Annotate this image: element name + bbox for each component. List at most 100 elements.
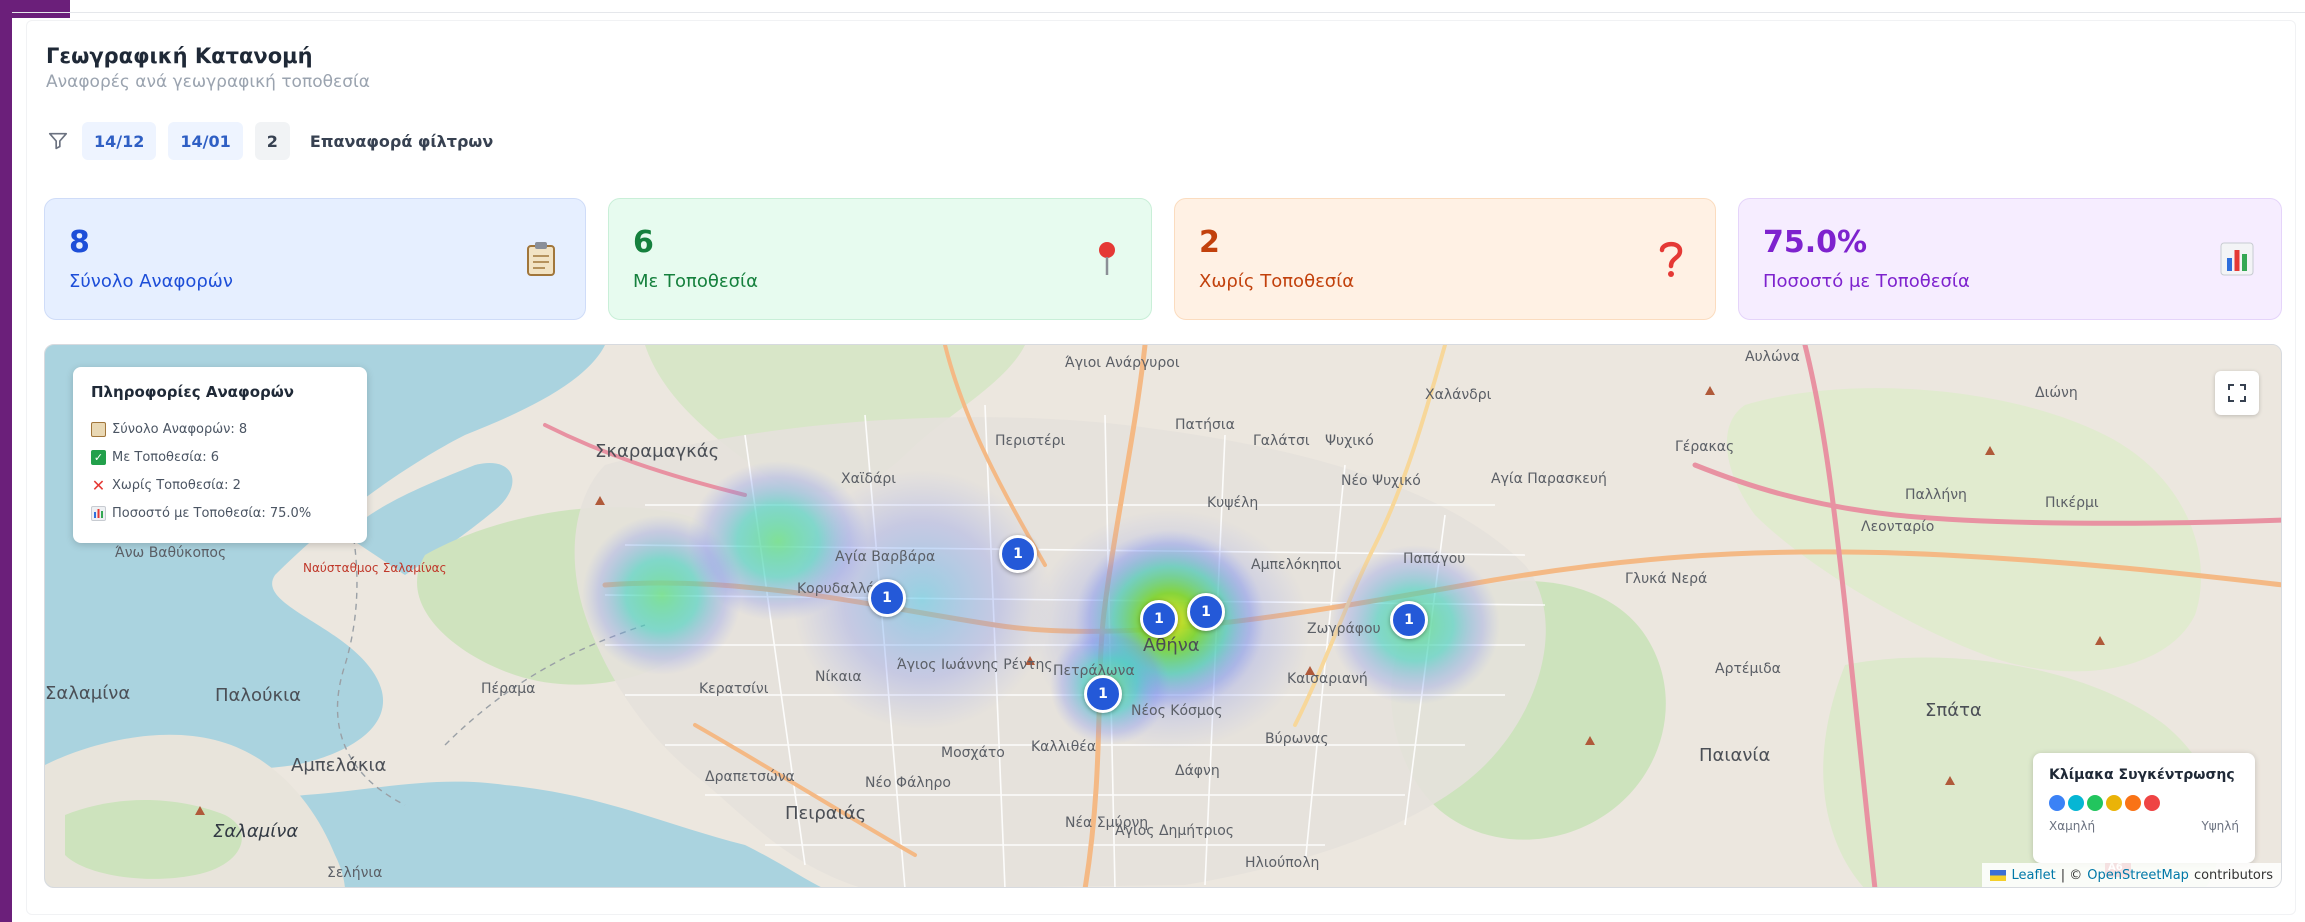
place-label: Δάφνη bbox=[1175, 763, 1220, 779]
check-icon: ✓ bbox=[91, 449, 106, 465]
report-info-box: Πληροφορίες Αναφορών Σύνολο Αναφορών: 8 … bbox=[73, 367, 367, 543]
place-label: Σαλαμίνα bbox=[45, 683, 131, 704]
place-label: Αθήνα bbox=[1143, 635, 1200, 656]
leaflet-link[interactable]: Leaflet bbox=[2011, 868, 2055, 883]
cluster-marker[interactable]: 1 bbox=[1084, 675, 1122, 713]
place-label: Αμπελόκηποι bbox=[1251, 557, 1342, 573]
date-to-chip[interactable]: 14/01 bbox=[168, 122, 243, 160]
legend-swatch bbox=[2068, 795, 2084, 811]
filter-icon[interactable] bbox=[46, 129, 70, 153]
page-subtitle: Αναφορές ανά γεωγραφική τοποθεσία bbox=[46, 72, 370, 92]
place-label: Ψυχικό bbox=[1325, 433, 1374, 449]
place-label: Αμπελάκια bbox=[291, 755, 387, 776]
bar-chart-icon bbox=[2217, 239, 2257, 279]
clipboard-icon bbox=[91, 421, 106, 437]
place-label: Ζωγράφου bbox=[1307, 621, 1381, 637]
stat-value: 6 bbox=[633, 225, 654, 260]
clipboard-icon bbox=[521, 239, 561, 279]
place-label: Άγιοι Ανάργυροι bbox=[1065, 355, 1180, 371]
attribution-separator: | © bbox=[2060, 867, 2083, 883]
stat-value: 2 bbox=[1199, 225, 1220, 260]
cluster-marker[interactable]: 1 bbox=[999, 535, 1037, 573]
place-label: Κερατσίνι bbox=[699, 681, 769, 697]
bar-chart-icon bbox=[91, 505, 106, 521]
info-line-text: Ποσοστό με Τοποθεσία: 75.0% bbox=[112, 505, 312, 521]
cluster-marker[interactable]: 1 bbox=[868, 579, 906, 617]
filter-bar: 14/12 14/01 2 Επαναφορά φίλτρων bbox=[46, 122, 493, 160]
place-label: Διώνη bbox=[2035, 385, 2078, 401]
cluster-marker[interactable]: 1 bbox=[1140, 600, 1178, 638]
place-label: Χαλάνδρι bbox=[1425, 387, 1492, 403]
info-line-with-location: ✓ Με Τοποθεσία: 6 bbox=[91, 443, 349, 471]
legend-swatches bbox=[2049, 795, 2239, 811]
place-label: Παιανία bbox=[1699, 745, 1771, 766]
ukraine-flag-icon bbox=[1990, 869, 2007, 881]
map-attribution: Leaflet | © OpenStreetMap contributors bbox=[1982, 863, 2281, 887]
place-label: Αγία Παρασκευή bbox=[1491, 471, 1607, 487]
heatmap-map[interactable]: Άγιοι Ανάργυροι Αυλώνα Χαλάνδρι Διώνη Σκ… bbox=[44, 344, 2282, 888]
info-box-title: Πληροφορίες Αναφορών bbox=[91, 383, 295, 401]
place-label: Δραπετσώνα bbox=[705, 769, 795, 785]
info-line-text: Με Τοποθεσία: 6 bbox=[112, 449, 220, 465]
cluster-marker[interactable]: 1 bbox=[1390, 601, 1428, 639]
stat-label: Σύνολο Αναφορών bbox=[69, 271, 233, 292]
place-label: Γαλάτσι bbox=[1253, 433, 1310, 449]
stat-card-percentage: 75.0% Ποσοστό με Τοποθεσία bbox=[1738, 198, 2282, 320]
cluster-marker[interactable]: 1 bbox=[1187, 593, 1225, 631]
fullscreen-icon bbox=[2228, 384, 2246, 402]
place-label: Γλυκά Νερά bbox=[1625, 571, 1708, 587]
place-label: Καλλιθέα bbox=[1031, 739, 1097, 755]
stat-value: 8 bbox=[69, 225, 90, 260]
place-label: Καισαριανή bbox=[1287, 671, 1368, 687]
place-label: Σκαραμαγκάς bbox=[595, 441, 720, 462]
stat-value: 75.0% bbox=[1763, 225, 1868, 260]
info-line-without-location: ✕ Χωρίς Τοποθεσία: 2 bbox=[91, 471, 349, 499]
place-label: Μοσχάτο bbox=[941, 745, 1005, 761]
window-edge-corner bbox=[0, 0, 70, 18]
reset-filters-button[interactable]: Επαναφορά φίλτρων bbox=[310, 132, 493, 151]
place-label: Παπάγου bbox=[1403, 551, 1466, 567]
stat-label: Ποσοστό με Τοποθεσία bbox=[1763, 271, 1970, 292]
window-edge bbox=[0, 0, 12, 922]
legend-scale: Χαμηλή Υψηλή bbox=[2049, 819, 2239, 833]
page-title: Γεωγραφική Κατανομή bbox=[46, 44, 313, 68]
stat-card-with-location: 6 Με Τοποθεσία bbox=[608, 198, 1152, 320]
concentration-legend: Κλίμακα Συγκέντρωσης Χαμηλή Υψηλή bbox=[2033, 753, 2255, 863]
fullscreen-button[interactable] bbox=[2215, 371, 2259, 415]
info-line-percentage: Ποσοστό με Τοποθεσία: 75.0% bbox=[91, 499, 349, 527]
place-label: Αυλώνα bbox=[1745, 349, 1800, 365]
place-label: Πικέρμι bbox=[2045, 495, 2099, 511]
top-divider bbox=[12, 12, 2305, 13]
pin-icon bbox=[1087, 239, 1127, 279]
place-label: Ηλιούπολη bbox=[1245, 855, 1320, 871]
place-label: Κυψέλη bbox=[1207, 495, 1259, 511]
place-label: Αγία Βαρβάρα bbox=[835, 549, 936, 565]
place-label: Βύρωνας bbox=[1265, 731, 1329, 747]
place-label: Περιστέρι bbox=[995, 433, 1066, 449]
place-label: Νίκαια bbox=[815, 669, 862, 685]
stat-card-without-location: 2 Χωρίς Τοποθεσία bbox=[1174, 198, 1716, 320]
place-label: Αρτέμιδα bbox=[1715, 661, 1781, 677]
place-label: Νέο Φάληρο bbox=[865, 775, 951, 791]
place-label-island: Σαλαμίνα bbox=[213, 821, 299, 842]
legend-swatch bbox=[2125, 795, 2141, 811]
legend-swatch bbox=[2087, 795, 2103, 811]
place-label: Νέος Κόσμος bbox=[1131, 703, 1223, 719]
place-label: Παλούκια bbox=[215, 685, 302, 706]
stat-card-total: 8 Σύνολο Αναφορών bbox=[44, 198, 586, 320]
osm-link[interactable]: OpenStreetMap bbox=[2087, 868, 2189, 883]
legend-swatch bbox=[2144, 795, 2160, 811]
place-label: Σπάτα bbox=[1925, 700, 1982, 721]
place-label: Πατήσια bbox=[1175, 417, 1235, 433]
place-label: Γέρακας bbox=[1675, 439, 1735, 455]
place-label: Σελήνια bbox=[327, 865, 383, 881]
place-label: Νέο Ψυχικό bbox=[1341, 473, 1421, 489]
info-line-text: Σύνολο Αναφορών: 8 bbox=[112, 421, 248, 437]
place-label: Ναύσταθμος Σαλαμίνας bbox=[303, 561, 447, 575]
place-label: Πέραμα bbox=[481, 681, 536, 697]
date-from-chip[interactable]: 14/12 bbox=[82, 122, 157, 160]
place-label: Άγιος Ιωάννης Ρέντης bbox=[897, 657, 1053, 673]
place-label: Άγιος Δημήτριος bbox=[1115, 823, 1235, 839]
attribution-contributors: contributors bbox=[2193, 867, 2273, 883]
filter-count-badge: 2 bbox=[254, 122, 290, 160]
